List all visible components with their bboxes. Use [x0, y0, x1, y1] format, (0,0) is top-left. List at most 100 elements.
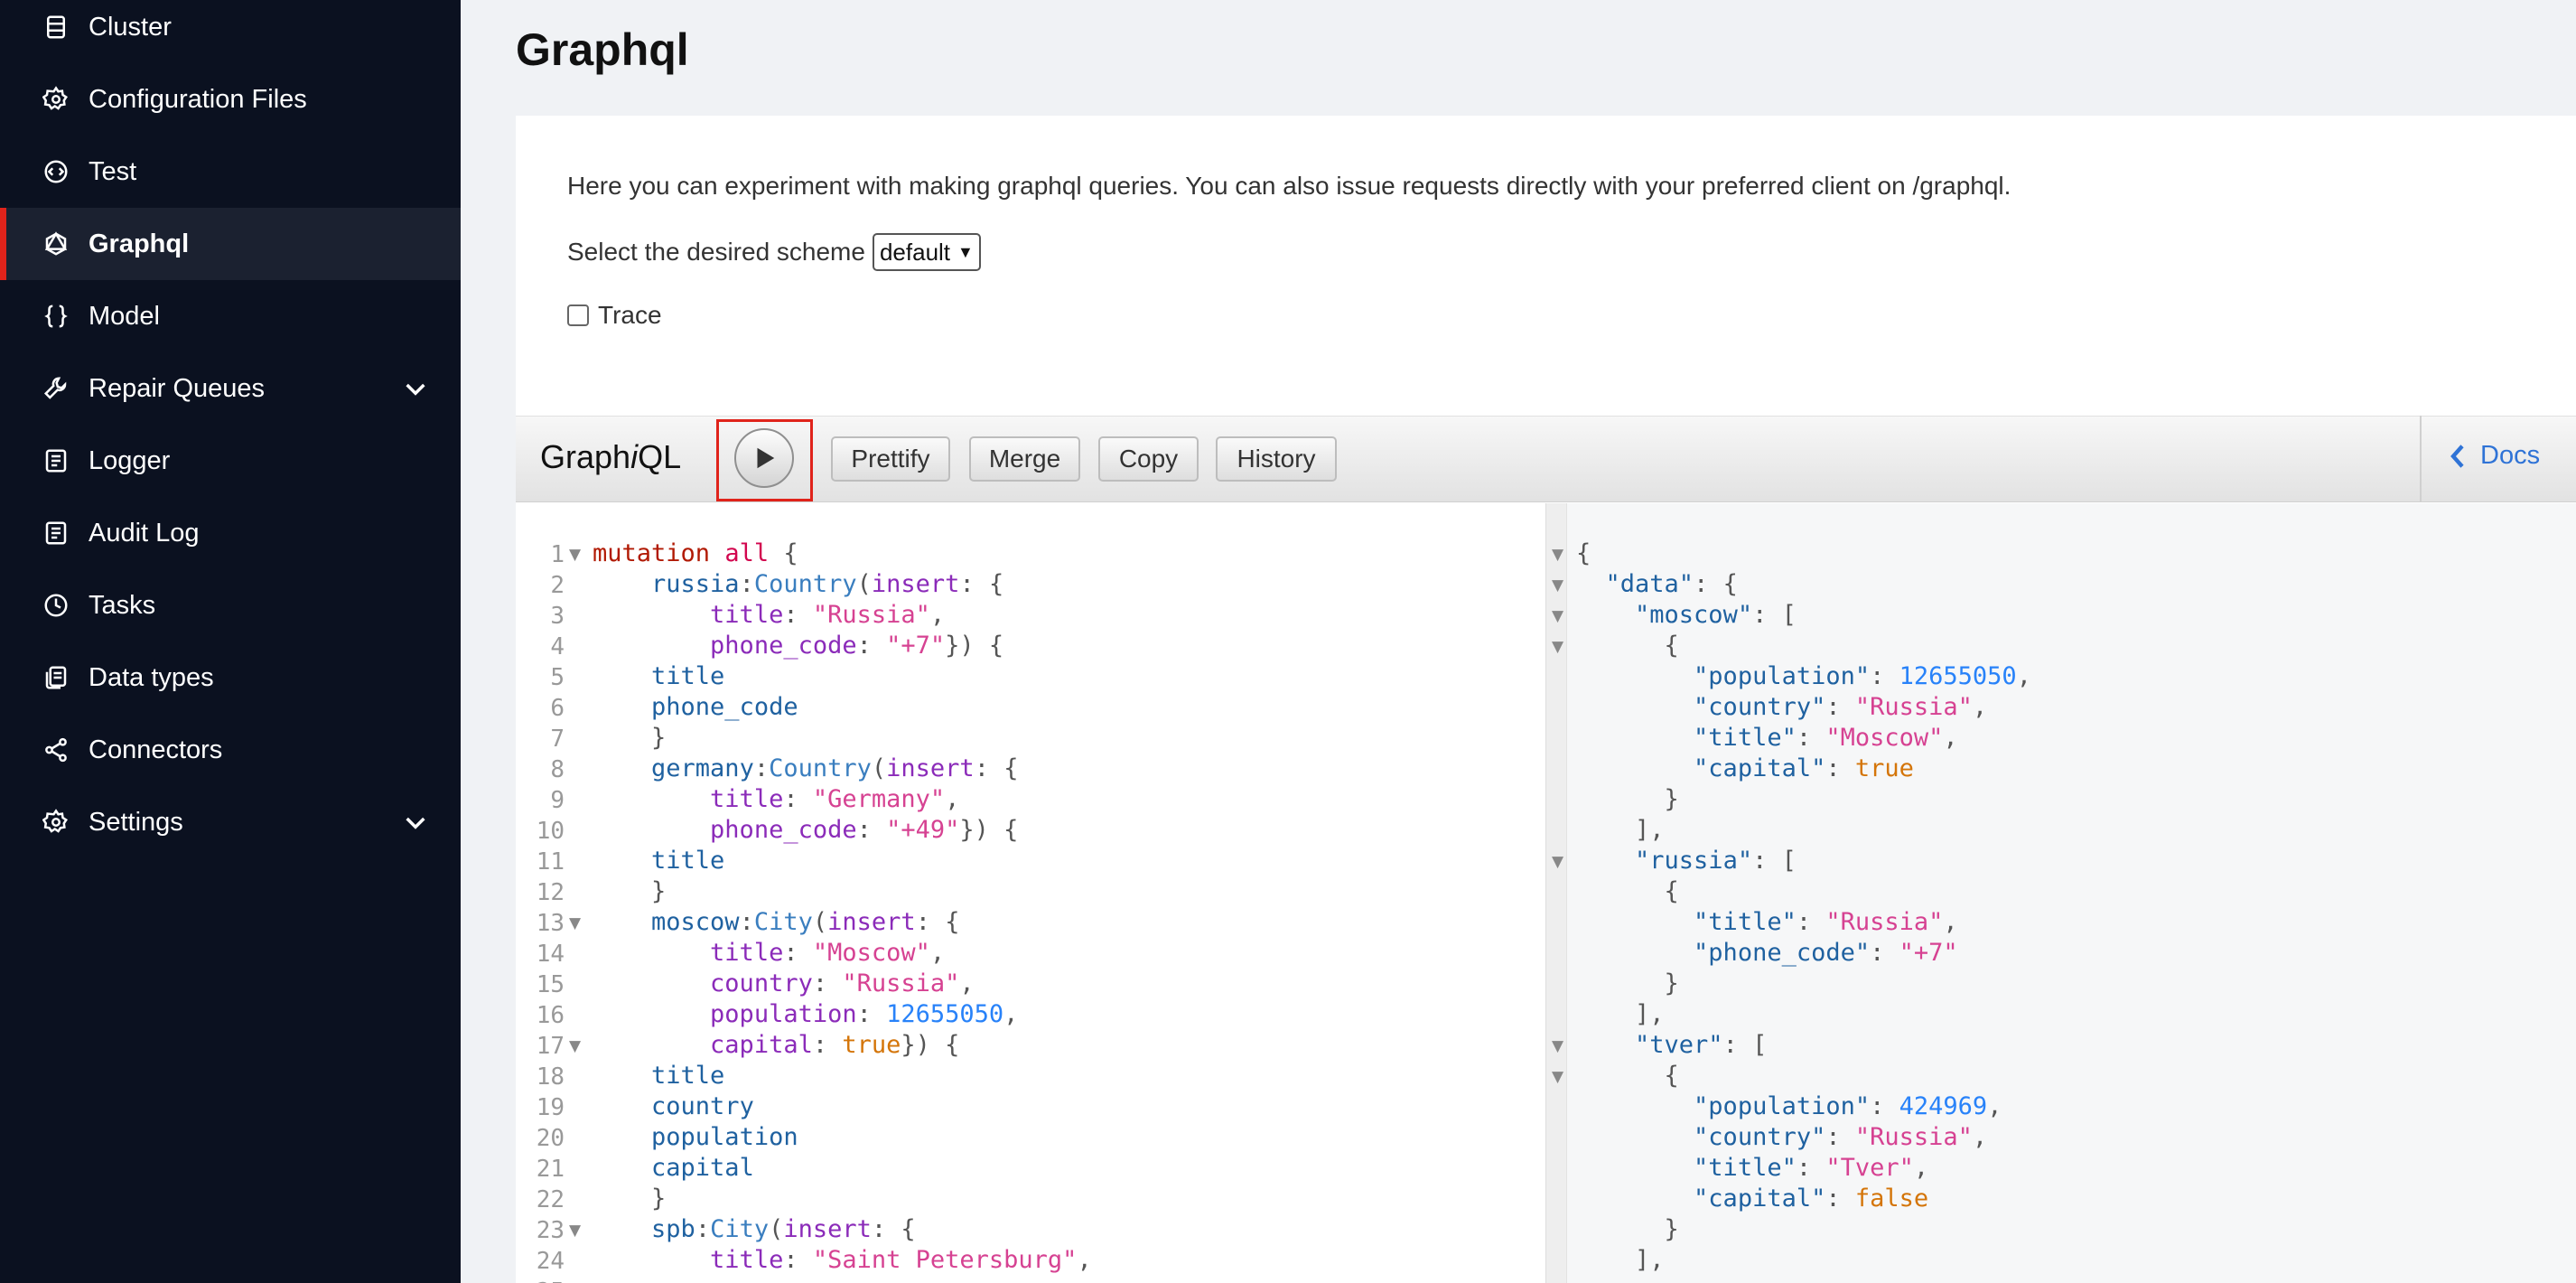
sidebar-item-label: Audit Log — [89, 518, 200, 548]
sidebar-item-data-types[interactable]: Data types — [0, 642, 461, 714]
fold-marker-icon[interactable]: ▼ — [1552, 853, 1563, 871]
intro-text: Here you can experiment with making grap… — [567, 172, 2011, 200]
trace-row: Trace — [567, 301, 662, 330]
fold-marker-icon[interactable]: ▼ — [569, 1222, 581, 1240]
code-line: title — [651, 1062, 725, 1090]
files-icon — [40, 661, 72, 694]
code-line: capital — [651, 1154, 754, 1182]
line-number: 19 — [536, 1094, 565, 1121]
chevron-down-icon[interactable] — [401, 808, 430, 837]
result-line: "data": { — [1605, 570, 1738, 598]
gear-icon — [40, 806, 72, 838]
sidebar-item-cluster[interactable]: Cluster — [0, 0, 461, 63]
fold-marker-icon[interactable]: ▼ — [569, 914, 581, 932]
line-number: 3 — [550, 603, 565, 630]
wrench-icon — [40, 372, 72, 405]
code-line: title: "Russia", — [710, 601, 946, 629]
chevron-down-icon: ▼ — [957, 242, 974, 261]
history-button[interactable]: History — [1216, 436, 1337, 482]
sidebar-item-audit-log[interactable]: Audit Log — [0, 497, 461, 569]
docs-button[interactable]: Docs — [2446, 441, 2540, 471]
scheme-selected-value: default — [879, 238, 951, 266]
line-number: 9 — [550, 787, 565, 814]
line-number: 18 — [536, 1063, 565, 1091]
result-line: "title": "Moscow", — [1694, 724, 1958, 752]
play-icon — [757, 447, 775, 469]
sidebar-item-label: Test — [89, 156, 137, 186]
braces-icon — [40, 300, 72, 332]
sidebar-item-connectors[interactable]: Connectors — [0, 714, 461, 786]
scheme-row: Select the desired scheme default ▼ — [567, 233, 981, 271]
result-line: { — [1576, 539, 1591, 567]
fold-marker-icon[interactable]: ▼ — [1552, 1068, 1563, 1086]
result-line: "country": "Russia", — [1694, 1123, 1988, 1151]
docs-label: Docs — [2480, 441, 2541, 470]
cluster-icon — [40, 11, 72, 43]
line-number: 13 — [536, 910, 565, 937]
copy-button[interactable]: Copy — [1098, 436, 1199, 482]
fold-marker-icon[interactable]: ▼ — [1552, 607, 1563, 625]
line-number: 5 — [550, 664, 565, 691]
sidebar-item-configuration-files[interactable]: Configuration Files — [0, 63, 461, 136]
gear-icon — [40, 83, 72, 116]
graphiql-title: GraphiQL — [540, 438, 681, 476]
execute-query-button[interactable] — [734, 428, 794, 488]
code-line: title — [651, 662, 725, 690]
code-line: population: 12655050, — [710, 1000, 1019, 1028]
result-line: "moscow": [ — [1635, 601, 1797, 629]
fold-marker-icon[interactable]: ▼ — [1552, 638, 1563, 656]
chevron-down-icon[interactable] — [401, 374, 430, 403]
fold-marker-icon[interactable]: ▼ — [1552, 1037, 1563, 1055]
result-line: "russia": [ — [1635, 847, 1797, 875]
sidebar-item-logger[interactable]: Logger — [0, 425, 461, 497]
share-icon — [40, 734, 72, 766]
line-number: 7 — [550, 726, 565, 753]
sidebar-item-label: Logger — [89, 445, 171, 475]
chevron-left-icon — [2450, 444, 2464, 468]
code-line: mutation all { — [593, 539, 798, 567]
sidebar-item-label: Data types — [89, 662, 214, 692]
code-line: spb:City(insert: { — [651, 1215, 916, 1243]
result-line: ], — [1635, 1246, 1665, 1274]
sidebar-item-label: Settings — [89, 807, 183, 837]
result-line: ], — [1635, 816, 1665, 844]
result-line: { — [1664, 877, 1679, 905]
result-line: "capital": false — [1694, 1185, 1929, 1213]
line-number: 25 — [516, 1278, 565, 1283]
prettify-button[interactable]: Prettify — [831, 436, 950, 482]
line-number: 4 — [550, 633, 565, 660]
fold-marker-icon[interactable]: ▼ — [1552, 546, 1563, 564]
fold-marker-icon[interactable]: ▼ — [569, 1037, 581, 1055]
result-line: ], — [1635, 1000, 1665, 1028]
document-icon — [40, 517, 72, 549]
code-line: russia:Country(insert: { — [651, 570, 1004, 598]
sidebar-item-test[interactable]: Test — [0, 136, 461, 208]
sidebar-item-label: Connectors — [89, 735, 223, 764]
fold-marker-icon[interactable]: ▼ — [569, 546, 581, 564]
merge-button[interactable]: Merge — [969, 436, 1080, 482]
scheme-select[interactable]: default ▼ — [872, 233, 981, 271]
code-line: population — [651, 1123, 798, 1151]
sidebar-item-settings[interactable]: Settings — [0, 786, 461, 858]
clock-icon — [40, 589, 72, 622]
graphiql-toolbar — [516, 416, 2576, 502]
line-number: 10 — [536, 818, 565, 845]
line-number: 6 — [550, 695, 565, 722]
graphiql-title-prefix: Graph — [540, 438, 631, 475]
fold-marker-icon[interactable]: ▼ — [1552, 576, 1563, 595]
code-line: phone_code — [651, 693, 798, 721]
sidebar-item-tasks[interactable]: Tasks — [0, 569, 461, 642]
line-number: 16 — [536, 1002, 565, 1029]
code-line: country — [651, 1092, 754, 1120]
sidebar-item-repair-queues[interactable]: Repair Queues — [0, 352, 461, 425]
graphiql-title-suffix: QL — [638, 438, 682, 475]
sidebar-item-label: Configuration Files — [89, 84, 307, 114]
result-line: "title": "Russia", — [1694, 908, 1958, 936]
sidebar-item-model[interactable]: Model — [0, 280, 461, 352]
result-line: } — [1664, 969, 1679, 997]
trace-checkbox[interactable] — [567, 304, 589, 326]
line-number: 8 — [550, 756, 565, 783]
sidebar-item-graphql[interactable]: Graphql — [0, 208, 461, 280]
scheme-label: Select the desired scheme — [567, 238, 865, 266]
line-number: 24 — [536, 1248, 565, 1275]
